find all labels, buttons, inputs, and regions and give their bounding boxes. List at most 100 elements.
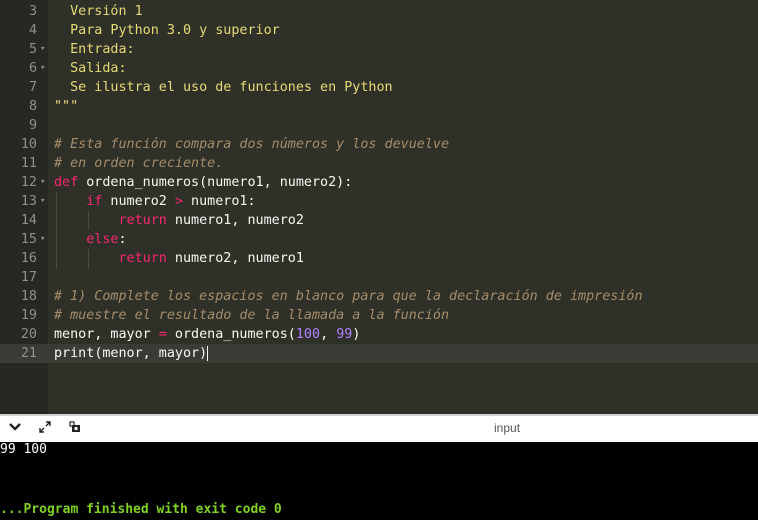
code-text[interactable]: Para Python 3.0 y superior <box>54 21 280 40</box>
output-console: input 99 100 ...Program finished with ex… <box>0 414 758 520</box>
fold-arrow-icon[interactable]: ▾ <box>40 59 48 78</box>
code-text[interactable]: def ordena_numeros(numero1, numero2): <box>54 173 352 192</box>
code-line[interactable]: 15 ▾ else: <box>0 230 758 249</box>
code-token: menor, mayor <box>54 327 159 342</box>
code-token: return <box>118 251 167 266</box>
code-line[interactable]: 8 """ <box>0 97 758 116</box>
code-token: else <box>86 232 119 247</box>
line-number: 18 <box>20 289 37 304</box>
fold-arrow-icon[interactable]: ▾ <box>40 230 48 249</box>
code-token: return <box>118 213 167 228</box>
code-line[interactable]: 14 return numero1, numero2 <box>0 211 758 230</box>
code-line[interactable]: 20 menor, mayor = ordena_numeros(100, 99) <box>0 325 758 344</box>
code-token: 99 <box>336 327 353 342</box>
code-line[interactable]: 5 ▾ Entrada: <box>0 40 758 59</box>
chevron-down-icon[interactable] <box>6 420 24 438</box>
line-number: 9 <box>28 118 37 133</box>
code-text[interactable]: menor, mayor = ordena_numeros(100, 99) <box>54 325 360 344</box>
exit-status: ...Program finished with exit code 0 <box>0 502 282 517</box>
line-number: 10 <box>20 137 37 152</box>
code-text[interactable]: Se ilustra el uso de funciones en Python <box>54 78 393 97</box>
code-text[interactable]: # 1) Complete los espacios en blanco par… <box>54 287 643 306</box>
code-token: numero1, numero2 <box>166 213 304 228</box>
code-line[interactable]: 12 ▾ def ordena_numeros(numero1, numero2): <box>0 173 758 192</box>
code-line[interactable]: 10 # Esta función compara dos números y l… <box>0 135 758 154</box>
code-text[interactable]: return numero1, numero2 <box>54 211 304 230</box>
code-token: # Esta función compara dos números y los… <box>54 137 450 152</box>
code-text[interactable]: # en orden creciente. <box>54 154 223 173</box>
line-number: 17 <box>20 270 37 285</box>
line-number: 5 <box>28 42 37 57</box>
line-number: 8 <box>28 99 37 114</box>
code-text[interactable]: if numero2 > numero1: <box>54 192 256 211</box>
line-number: 4 <box>28 23 37 38</box>
code-token: def <box>54 175 79 190</box>
code-token: ) <box>352 327 361 342</box>
screenshot-icon[interactable] <box>66 420 84 438</box>
code-line[interactable]: 6 ▾ Salida: <box>0 59 758 78</box>
code-line[interactable]: 21 print(menor, mayor) <box>0 344 758 363</box>
line-number: 20 <box>20 327 37 342</box>
line-number: 15 <box>20 232 37 247</box>
code-token: numero2 <box>102 194 175 209</box>
fold-arrow-icon[interactable]: ▾ <box>40 192 48 211</box>
line-number: 14 <box>20 213 37 228</box>
code-line[interactable]: 9 <box>0 116 758 135</box>
code-token: > <box>174 194 183 209</box>
code-text[interactable]: Salida: <box>54 59 127 78</box>
code-token: : <box>118 232 127 247</box>
code-text[interactable]: Entrada: <box>54 40 135 59</box>
code-text[interactable]: Versión 1 <box>54 2 143 21</box>
fold-arrow-icon[interactable]: ▾ <box>40 173 48 192</box>
code-token: , <box>320 327 337 342</box>
line-number: 16 <box>20 251 37 266</box>
code-text[interactable]: # Esta función compara dos números y los… <box>54 135 449 154</box>
code-line[interactable]: 11 # en orden creciente. <box>0 154 758 173</box>
code-token: # 1) Complete los espacios en blanco par… <box>54 289 643 304</box>
line-number: 13 <box>20 194 37 209</box>
line-number: 21 <box>20 346 37 361</box>
console-title: input <box>494 421 521 435</box>
code-token: """ <box>54 99 79 114</box>
code-text[interactable]: """ <box>54 97 78 116</box>
line-number: 12 <box>20 175 37 190</box>
code-token: numero1: <box>183 194 256 209</box>
code-editor[interactable]: 3 Versión 14 Para Python 3.0 y superior 5… <box>0 0 758 414</box>
code-line[interactable]: 19 # muestre el resultado de la llamada a… <box>0 306 758 325</box>
line-number: 6 <box>28 61 37 76</box>
line-number: 11 <box>20 156 37 171</box>
code-token: Entrada: <box>54 42 135 57</box>
code-token: # muestre el resultado de la llamada a l… <box>54 308 450 323</box>
expand-icon[interactable] <box>36 420 54 438</box>
code-text[interactable]: else: <box>54 230 127 249</box>
code-token: ordena_numeros(numero1, numero2): <box>78 175 353 190</box>
code-text[interactable]: print(menor, mayor) <box>54 344 209 363</box>
fold-arrow-icon[interactable]: ▾ <box>40 40 48 59</box>
code-token: ordena_numeros( <box>166 327 296 342</box>
code-line[interactable]: 18 # 1) Complete los espacios en blanco p… <box>0 287 758 306</box>
code-token: Se ilustra el uso de funciones en Python <box>54 80 393 95</box>
code-token: Salida: <box>54 61 127 76</box>
code-token: if <box>86 194 103 209</box>
code-token: 100 <box>295 327 321 342</box>
code-line[interactable]: 7 Se ilustra el uso de funciones en Pyth… <box>0 78 758 97</box>
code-token: Para Python 3.0 y superior <box>54 23 280 38</box>
code-line[interactable]: 13 ▾ if numero2 > numero1: <box>0 192 758 211</box>
code-line[interactable]: 16 return numero2, numero1 <box>0 249 758 268</box>
code-line[interactable]: 4 Para Python 3.0 y superior <box>0 21 758 40</box>
line-number: 3 <box>28 4 37 19</box>
console-body: 99 100 ...Program finished with exit cod… <box>0 442 758 520</box>
code-line[interactable]: 3 Versión 1 <box>0 2 758 21</box>
code-token: (menor, mayor) <box>94 346 209 361</box>
console-toolbar: input <box>0 414 758 442</box>
code-text[interactable]: return numero2, numero1 <box>54 249 304 268</box>
code-token: = <box>158 327 167 342</box>
code-token: numero2, numero1 <box>166 251 304 266</box>
code-text[interactable]: # muestre el resultado de la llamada a l… <box>54 306 449 325</box>
console-output: 99 100 <box>0 442 47 457</box>
code-line[interactable]: 17 <box>0 268 758 287</box>
